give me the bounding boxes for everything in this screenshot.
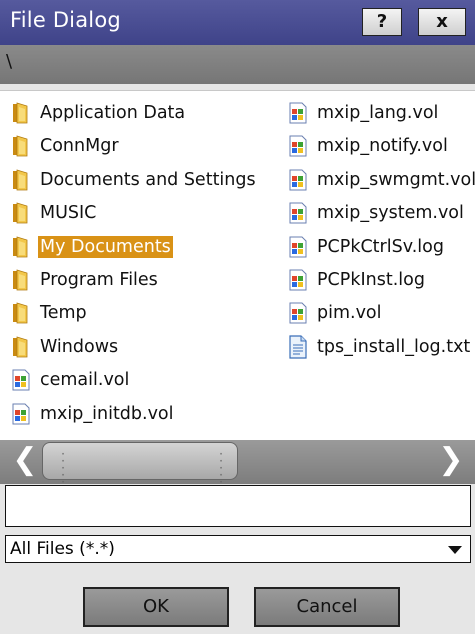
- system-file-icon: [10, 368, 32, 392]
- file-list-item-label: My Documents: [38, 235, 173, 258]
- close-button[interactable]: x: [418, 8, 466, 36]
- cancel-button[interactable]: Cancel: [254, 587, 400, 627]
- file-list-item[interactable]: mxip_system.vol: [287, 199, 466, 227]
- file-list-item-label: cemail.vol: [40, 370, 130, 391]
- file-list-item[interactable]: Application Data: [10, 99, 187, 127]
- folder-icon: [10, 335, 32, 359]
- folder-icon: [10, 201, 32, 225]
- file-list-item[interactable]: MUSIC: [10, 199, 98, 227]
- file-list-item[interactable]: ConnMgr: [10, 132, 121, 160]
- system-file-icon: [287, 101, 309, 125]
- file-list[interactable]: Application Data ConnMgr Documents and Set…: [0, 90, 475, 441]
- file-list-item-label: Windows: [40, 336, 119, 357]
- file-list-item-label: PCPkInst.log: [317, 270, 425, 290]
- folder-icon: [10, 134, 32, 158]
- system-file-icon: [287, 134, 309, 158]
- folder-icon: [10, 101, 32, 125]
- file-list-item[interactable]: My Documents: [10, 233, 173, 261]
- scroll-right-icon[interactable]: ❯: [432, 442, 470, 480]
- file-list-item[interactable]: Temp: [10, 299, 89, 327]
- file-list-item[interactable]: pim.vol: [287, 299, 384, 327]
- file-list-item-label: mxip_initdb.vol: [40, 403, 174, 424]
- file-list-item[interactable]: tps_install_log.txt: [287, 333, 472, 361]
- file-type-selected: All Files (*.*): [10, 539, 115, 559]
- file-list-item[interactable]: PCPkCtrlSv.log: [287, 233, 446, 261]
- horizontal-scrollbar[interactable]: ❮ · ·· ·· · · ·· ·· · ❯: [0, 440, 475, 495]
- file-list-item[interactable]: mxip_lang.vol: [287, 99, 440, 127]
- ok-button[interactable]: OK: [83, 587, 229, 627]
- current-path: \: [6, 51, 13, 72]
- system-file-icon: [287, 201, 309, 225]
- file-list-item-label: mxip_swmgmt.vol: [317, 169, 475, 190]
- help-button[interactable]: ?: [362, 8, 402, 36]
- dialog-title: File Dialog: [10, 8, 121, 32]
- file-list-item-label: Temp: [40, 303, 87, 324]
- file-list-item[interactable]: mxip_notify.vol: [287, 132, 450, 160]
- scroll-left-icon[interactable]: ❮: [6, 442, 44, 480]
- system-file-icon: [287, 235, 309, 259]
- file-list-item-label: Program Files: [40, 270, 158, 290]
- system-file-icon: [10, 402, 32, 426]
- file-list-item[interactable]: mxip_initdb.vol: [10, 400, 176, 428]
- file-list-item-label: mxip_system.vol: [317, 203, 464, 224]
- file-list-item[interactable]: cemail.vol: [10, 366, 131, 394]
- folder-icon: [10, 235, 32, 259]
- folder-icon: [10, 168, 32, 192]
- file-list-item-label: tps_install_log.txt: [317, 336, 471, 357]
- title-bar: File Dialog ? x: [0, 0, 475, 45]
- file-list-item[interactable]: Windows: [10, 333, 120, 361]
- folder-icon: [10, 268, 32, 292]
- system-file-icon: [287, 301, 309, 325]
- file-list-item-label: Documents and Settings: [40, 169, 256, 190]
- file-list-item-label: mxip_notify.vol: [317, 136, 448, 157]
- grip-icon: · ·· ·· ·: [219, 447, 223, 495]
- file-list-item[interactable]: mxip_swmgmt.vol: [287, 166, 475, 194]
- filename-field[interactable]: [5, 485, 471, 527]
- text-file-icon: [287, 335, 309, 359]
- grip-icon: · ·· ·· ·: [61, 447, 65, 495]
- file-list-item-label: pim.vol: [317, 303, 382, 324]
- file-list-item-label: mxip_lang.vol: [317, 103, 439, 123]
- system-file-icon: [287, 268, 309, 292]
- file-list-item-label: ConnMgr: [40, 136, 119, 157]
- dropdown-arrow-icon[interactable]: [448, 546, 462, 554]
- file-list-item-label: PCPkCtrlSv.log: [317, 236, 444, 257]
- file-list-item[interactable]: Documents and Settings: [10, 166, 258, 194]
- folder-icon: [10, 301, 32, 325]
- file-type-dropdown[interactable]: All Files (*.*): [5, 535, 471, 563]
- file-list-item-label: MUSIC: [40, 203, 97, 224]
- system-file-icon: [287, 168, 309, 192]
- scrollbar-thumb[interactable]: · ·· ·· · · ·· ·· ·: [42, 442, 238, 495]
- file-list-item[interactable]: Program Files: [10, 266, 160, 294]
- path-bar: \: [0, 45, 475, 84]
- file-list-item-label: Application Data: [40, 103, 186, 123]
- file-list-item[interactable]: PCPkInst.log: [287, 266, 427, 294]
